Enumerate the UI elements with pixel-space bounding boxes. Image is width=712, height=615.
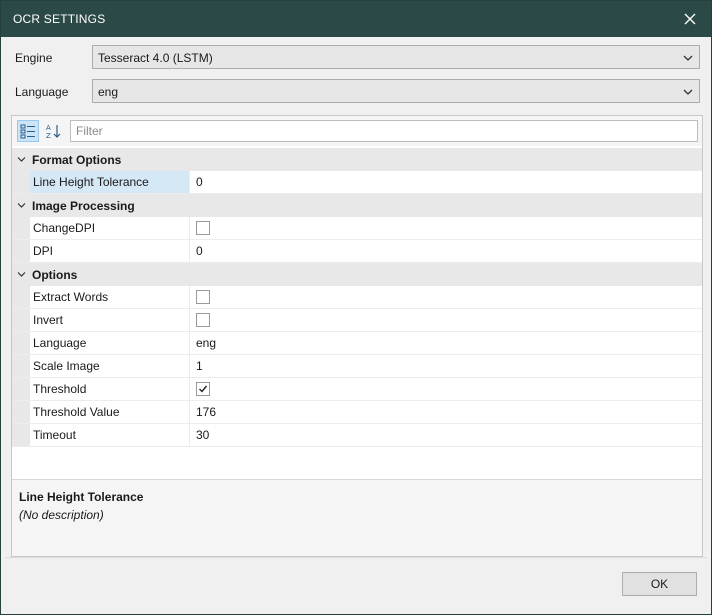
property-value[interactable] xyxy=(190,309,702,331)
category-row[interactable]: Image Processing xyxy=(12,194,702,217)
description-text: (No description) xyxy=(19,508,104,522)
row-gutter xyxy=(12,355,30,377)
language-dropdown[interactable]: eng xyxy=(92,79,700,103)
property-row[interactable]: Invert xyxy=(12,309,702,332)
alphabetical-button[interactable]: A Z xyxy=(42,120,64,142)
dialog-title: OCR SETTINGS xyxy=(13,12,106,26)
property-row[interactable]: Threshold xyxy=(12,378,702,401)
ocr-settings-dialog: OCR SETTINGS Engine Tesseract 4.0 (LSTM)… xyxy=(0,0,712,615)
property-value[interactable]: 0 xyxy=(190,171,702,193)
property-name[interactable]: Line Height Tolerance xyxy=(30,171,190,193)
categorized-button[interactable] xyxy=(17,120,39,142)
engine-dropdown[interactable]: Tesseract 4.0 (LSTM) xyxy=(92,45,700,69)
close-icon xyxy=(684,13,696,25)
property-rows: Format Options Line Height Tolerance 0 Imag… xyxy=(12,148,702,447)
category-label: Image Processing xyxy=(32,198,135,213)
filter-input[interactable] xyxy=(71,121,697,141)
ok-button[interactable]: OK xyxy=(622,572,697,596)
description-title: Line Height Tolerance xyxy=(19,490,144,504)
property-name[interactable]: Threshold Value xyxy=(30,401,190,423)
category-label: Format Options xyxy=(32,152,122,167)
property-row[interactable]: Timeout 30 xyxy=(12,424,702,447)
category-toggle[interactable] xyxy=(12,148,30,171)
row-gutter xyxy=(12,171,30,193)
chevron-down-icon xyxy=(683,55,693,61)
property-row[interactable]: Threshold Value 176 xyxy=(12,401,702,424)
property-row[interactable]: DPI 0 xyxy=(12,240,702,263)
category-row[interactable]: Format Options xyxy=(12,148,702,171)
row-gutter xyxy=(12,424,30,446)
property-checkbox[interactable] xyxy=(196,382,210,396)
property-value[interactable] xyxy=(190,217,702,239)
property-value-text: 176 xyxy=(196,405,217,419)
row-gutter xyxy=(12,217,30,239)
checkmark-icon xyxy=(199,385,208,393)
sort-alphabetical-icon: A Z xyxy=(46,124,61,139)
property-checkbox[interactable] xyxy=(196,313,210,327)
row-gutter xyxy=(12,401,30,423)
category-row[interactable]: Options xyxy=(12,263,702,286)
property-value[interactable] xyxy=(190,378,702,400)
close-button[interactable] xyxy=(669,1,711,37)
property-row[interactable]: ChangeDPI xyxy=(12,217,702,240)
property-row[interactable]: Scale Image 1 xyxy=(12,355,702,378)
engine-value: Tesseract 4.0 (LSTM) xyxy=(98,51,213,65)
property-name[interactable]: Invert xyxy=(30,309,190,331)
property-name[interactable]: ChangeDPI xyxy=(30,217,190,239)
property-value-text: eng xyxy=(196,336,217,350)
property-value[interactable]: 30 xyxy=(190,424,702,446)
property-name[interactable]: Language xyxy=(30,332,190,354)
property-value[interactable] xyxy=(190,286,702,308)
chevron-down-icon xyxy=(17,203,25,208)
row-gutter xyxy=(12,240,30,262)
engine-label: Engine xyxy=(15,51,53,65)
property-name[interactable]: Timeout xyxy=(30,424,190,446)
property-value-text: 0 xyxy=(196,175,203,189)
footer-divider xyxy=(5,557,707,558)
chevron-down-icon xyxy=(17,272,25,277)
dialog-content: Engine Tesseract 4.0 (LSTM) Language eng xyxy=(5,37,707,612)
engine-row: Engine Tesseract 4.0 (LSTM) xyxy=(11,45,701,71)
property-name[interactable]: Scale Image xyxy=(30,355,190,377)
chevron-down-icon xyxy=(17,157,25,162)
category-label: Options xyxy=(32,267,78,282)
property-value-text: 1 xyxy=(196,359,203,373)
property-value[interactable]: 176 xyxy=(190,401,702,423)
property-value[interactable]: 1 xyxy=(190,355,702,377)
property-checkbox[interactable] xyxy=(196,221,210,235)
row-gutter xyxy=(12,332,30,354)
property-value[interactable]: 0 xyxy=(190,240,702,262)
filter-box[interactable] xyxy=(70,120,698,142)
title-bar: OCR SETTINGS xyxy=(1,1,711,37)
property-name[interactable]: Threshold xyxy=(30,378,190,400)
row-gutter xyxy=(12,378,30,400)
property-checkbox[interactable] xyxy=(196,290,210,304)
categorized-icon xyxy=(20,124,35,139)
svg-text:Z: Z xyxy=(46,132,51,139)
property-value-text: 0 xyxy=(196,244,203,258)
row-gutter xyxy=(12,286,30,308)
language-value: eng xyxy=(98,85,119,99)
row-gutter xyxy=(12,309,30,331)
property-row[interactable]: Line Height Tolerance 0 xyxy=(12,171,702,194)
property-value[interactable]: eng xyxy=(190,332,702,354)
property-row[interactable]: Language eng xyxy=(12,332,702,355)
property-value-text: 30 xyxy=(196,428,210,442)
property-grid-toolbar: A Z xyxy=(12,116,702,146)
property-name[interactable]: DPI xyxy=(30,240,190,262)
property-name[interactable]: Extract Words xyxy=(30,286,190,308)
svg-text:A: A xyxy=(46,124,51,132)
description-panel: Line Height Tolerance (No description) xyxy=(11,479,703,557)
language-label: Language xyxy=(15,85,69,99)
category-toggle[interactable] xyxy=(12,194,30,217)
property-row[interactable]: Extract Words xyxy=(12,286,702,309)
language-row: Language eng xyxy=(11,79,701,105)
chevron-down-icon xyxy=(683,89,693,95)
category-toggle[interactable] xyxy=(12,263,30,286)
